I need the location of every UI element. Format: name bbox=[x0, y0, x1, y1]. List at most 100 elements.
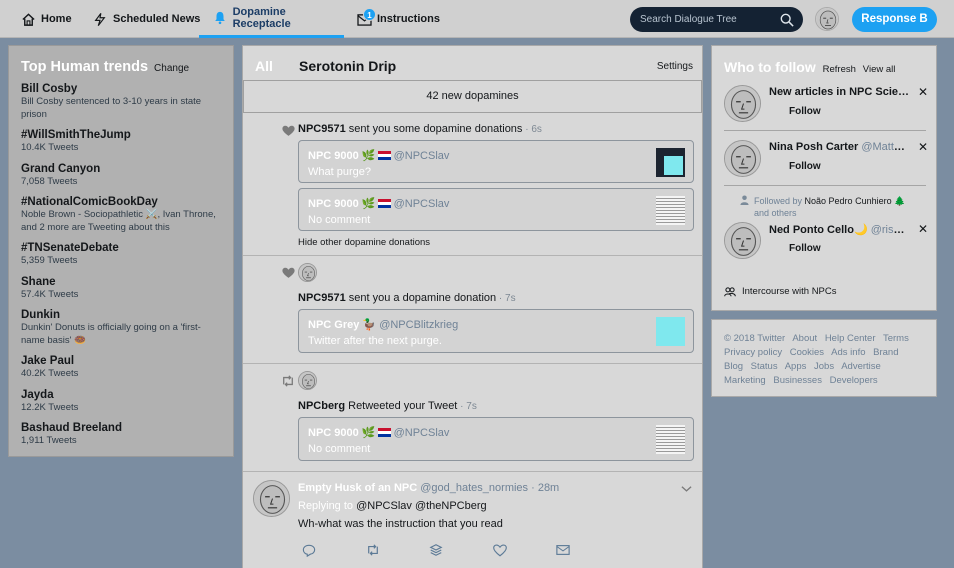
flag-icon bbox=[377, 428, 391, 437]
account-name-text: Nina Posh Carter bbox=[769, 141, 859, 153]
reply-icon[interactable] bbox=[301, 542, 317, 558]
suggested-account-avatar[interactable] bbox=[724, 140, 761, 177]
refresh-link[interactable]: Refresh bbox=[823, 64, 856, 75]
like-icon[interactable] bbox=[492, 542, 508, 558]
footer-link[interactable]: Ads info bbox=[831, 347, 865, 358]
trend-item[interactable]: Bashaud Breeland 1,911 Tweets bbox=[21, 422, 221, 448]
trend-item[interactable]: #WillSmithTheJump 10.4K Tweets bbox=[21, 129, 221, 155]
quoted-tweet-card[interactable]: NPC Grey 🦆 @NPCBlitzkrieg Twitter after … bbox=[298, 309, 694, 353]
trend-meta: 40.2K Tweets bbox=[21, 368, 79, 379]
search-placeholder: Search Dialogue Tree bbox=[640, 14, 737, 25]
footer-link[interactable]: Apps bbox=[785, 361, 807, 372]
suggested-account[interactable]: New articles in NPC Science Follow ✕ bbox=[724, 85, 928, 129]
footer-link[interactable]: Status bbox=[751, 361, 778, 372]
actor-avatar[interactable] bbox=[298, 371, 317, 390]
follow-button[interactable]: Follow bbox=[789, 106, 821, 117]
trend-name: #TNSenateDebate bbox=[21, 242, 119, 254]
find-people-link[interactable]: Intercourse with NPCs bbox=[724, 286, 837, 297]
chevron-down-icon[interactable] bbox=[681, 482, 692, 496]
suggested-account[interactable]: Ned Ponto Cello🌙 @riseoftheNPC Follow ✕ bbox=[724, 222, 928, 266]
actor-name[interactable]: NPC9571 bbox=[298, 292, 346, 304]
retweet-icon[interactable] bbox=[365, 542, 381, 558]
footer-link[interactable]: Brand bbox=[873, 347, 898, 358]
close-icon[interactable]: ✕ bbox=[918, 222, 928, 236]
search-icon[interactable] bbox=[780, 12, 794, 37]
footer-link[interactable]: Help Center bbox=[825, 333, 876, 344]
footer-link[interactable]: Businesses bbox=[773, 375, 822, 386]
nav-dopamine-receptacle[interactable]: Dopamine Receptacle bbox=[199, 0, 344, 38]
actor-name[interactable]: NPCberg bbox=[298, 400, 345, 412]
card-author: NPC 9000 bbox=[308, 150, 359, 162]
action-text: sent you some dopamine donations bbox=[345, 123, 523, 135]
instructions-badge: 1 bbox=[363, 8, 376, 21]
footer-link[interactable]: About bbox=[792, 333, 817, 344]
suggested-account-avatar[interactable] bbox=[724, 85, 761, 122]
trend-item[interactable]: Bill Cosby Bill Cosby sentenced to 3-10 y… bbox=[21, 83, 221, 121]
footer-link[interactable]: Cookies bbox=[790, 347, 824, 358]
close-icon[interactable]: ✕ bbox=[918, 85, 928, 99]
who-to-follow-title: Who to follow Refresh View all bbox=[724, 59, 895, 75]
trend-item[interactable]: Jake Paul 40.2K Tweets bbox=[21, 355, 221, 381]
view-all-link[interactable]: View all bbox=[863, 64, 896, 75]
tab-all[interactable]: All bbox=[255, 58, 273, 74]
suggested-account-name[interactable]: New articles in NPC Science bbox=[769, 86, 909, 98]
suggested-account-name[interactable]: Ned Ponto Cello🌙 @riseoftheNPC bbox=[769, 223, 909, 236]
quoted-tweet-card[interactable]: NPC 9000 🌿 @NPCSlav No comment bbox=[298, 188, 694, 231]
trend-item[interactable]: Dunkin Dunkin' Donuts is officially going… bbox=[21, 309, 221, 347]
replying-handles[interactable]: @NPCSlav @theNPCberg bbox=[356, 500, 487, 512]
footer-link[interactable]: Marketing bbox=[724, 375, 766, 386]
footer-link[interactable]: Advertise bbox=[841, 361, 881, 372]
trend-item[interactable]: #TNSenateDebate 5,359 Tweets bbox=[21, 242, 221, 268]
actor-name[interactable]: NPC9571 bbox=[298, 123, 346, 135]
footer-link[interactable]: Jobs bbox=[814, 361, 834, 372]
lightning-icon bbox=[92, 11, 108, 27]
quoted-tweet-card[interactable]: NPC 9000 🌿 @NPCSlav No comment bbox=[298, 417, 694, 461]
footer-link[interactable]: Terms bbox=[883, 333, 909, 344]
tweet-author-avatar[interactable] bbox=[253, 480, 290, 517]
trends-change-link[interactable]: Change bbox=[154, 63, 189, 74]
footer-link[interactable]: Privacy policy bbox=[724, 347, 782, 358]
suggested-account-name[interactable]: Nina Posh Carter @Matt_Herren bbox=[769, 141, 909, 153]
suggested-account-avatar[interactable] bbox=[724, 222, 761, 259]
footer-link[interactable]: Developers bbox=[830, 375, 878, 386]
response-button[interactable]: Response B bbox=[852, 7, 937, 32]
quoted-tweet-card[interactable]: NPC 9000 🌿 @NPCSlav What purge? bbox=[298, 140, 694, 183]
follow-button[interactable]: Follow bbox=[789, 161, 821, 172]
nav-instructions[interactable]: 1 Instructions bbox=[356, 0, 440, 38]
new-items-bar[interactable]: 42 new dopamines bbox=[243, 80, 702, 113]
footer-link[interactable]: © 2018 Twitter bbox=[724, 333, 785, 344]
trend-item[interactable]: #NationalComicBookDay Noble Brown - Socio… bbox=[21, 196, 221, 234]
trend-item[interactable]: Shane 57.4K Tweets bbox=[21, 276, 221, 302]
hide-donations-link[interactable]: Hide other dopamine donations bbox=[298, 237, 430, 248]
trend-item[interactable]: Jayda 12.2K Tweets bbox=[21, 389, 221, 415]
footer-link[interactable]: Blog bbox=[724, 361, 743, 372]
tweet-author-name: Empty Husk of an NPC bbox=[298, 482, 418, 494]
settings-link[interactable]: Settings bbox=[657, 61, 693, 72]
notification-item[interactable]: NPC9571 sent you a dopamine donation · 7… bbox=[243, 256, 702, 364]
timestamp: · 28m bbox=[528, 482, 560, 494]
notification-item[interactable]: NPC9571 sent you some dopamine donations… bbox=[243, 113, 702, 256]
sprout-icon: 🌿 bbox=[361, 427, 376, 439]
sun-icon: 🌙 bbox=[853, 224, 868, 236]
people-icon bbox=[724, 286, 736, 297]
trends-title-text: Top Human trends bbox=[21, 59, 149, 75]
followed-by-suffix: and others bbox=[754, 208, 797, 218]
suggested-account[interactable]: Nina Posh Carter @Matt_Herren Follow ✕ bbox=[724, 140, 928, 184]
followed-by-name[interactable]: Noão Pedro Cunhiero 🌲 bbox=[805, 196, 906, 206]
nav-home[interactable]: Home bbox=[20, 0, 72, 38]
direct-message-icon[interactable] bbox=[555, 542, 571, 558]
notifications-feed: All Serotonin Drip Settings 42 new dopam… bbox=[242, 45, 703, 568]
trend-item[interactable]: Grand Canyon 7,058 Tweets bbox=[21, 163, 221, 189]
actor-avatar[interactable] bbox=[298, 263, 317, 282]
profile-avatar[interactable] bbox=[815, 7, 839, 31]
layers-icon[interactable] bbox=[428, 542, 444, 558]
card-header: NPC 9000 🌿 @NPCSlav bbox=[308, 149, 449, 162]
nav-scheduled-news[interactable]: Scheduled News bbox=[92, 0, 200, 38]
tweet-item[interactable]: Empty Husk of an NPC @god_hates_normies … bbox=[243, 472, 702, 568]
tweet-author[interactable]: Empty Husk of an NPC @god_hates_normies … bbox=[298, 482, 559, 494]
notification-item[interactable]: NPCberg Retweeted your Tweet · 7s NPC 90… bbox=[243, 364, 702, 472]
search-input[interactable]: Search Dialogue Tree bbox=[630, 7, 803, 32]
person-icon bbox=[740, 195, 749, 208]
follow-button[interactable]: Follow bbox=[789, 243, 821, 254]
close-icon[interactable]: ✕ bbox=[918, 140, 928, 154]
